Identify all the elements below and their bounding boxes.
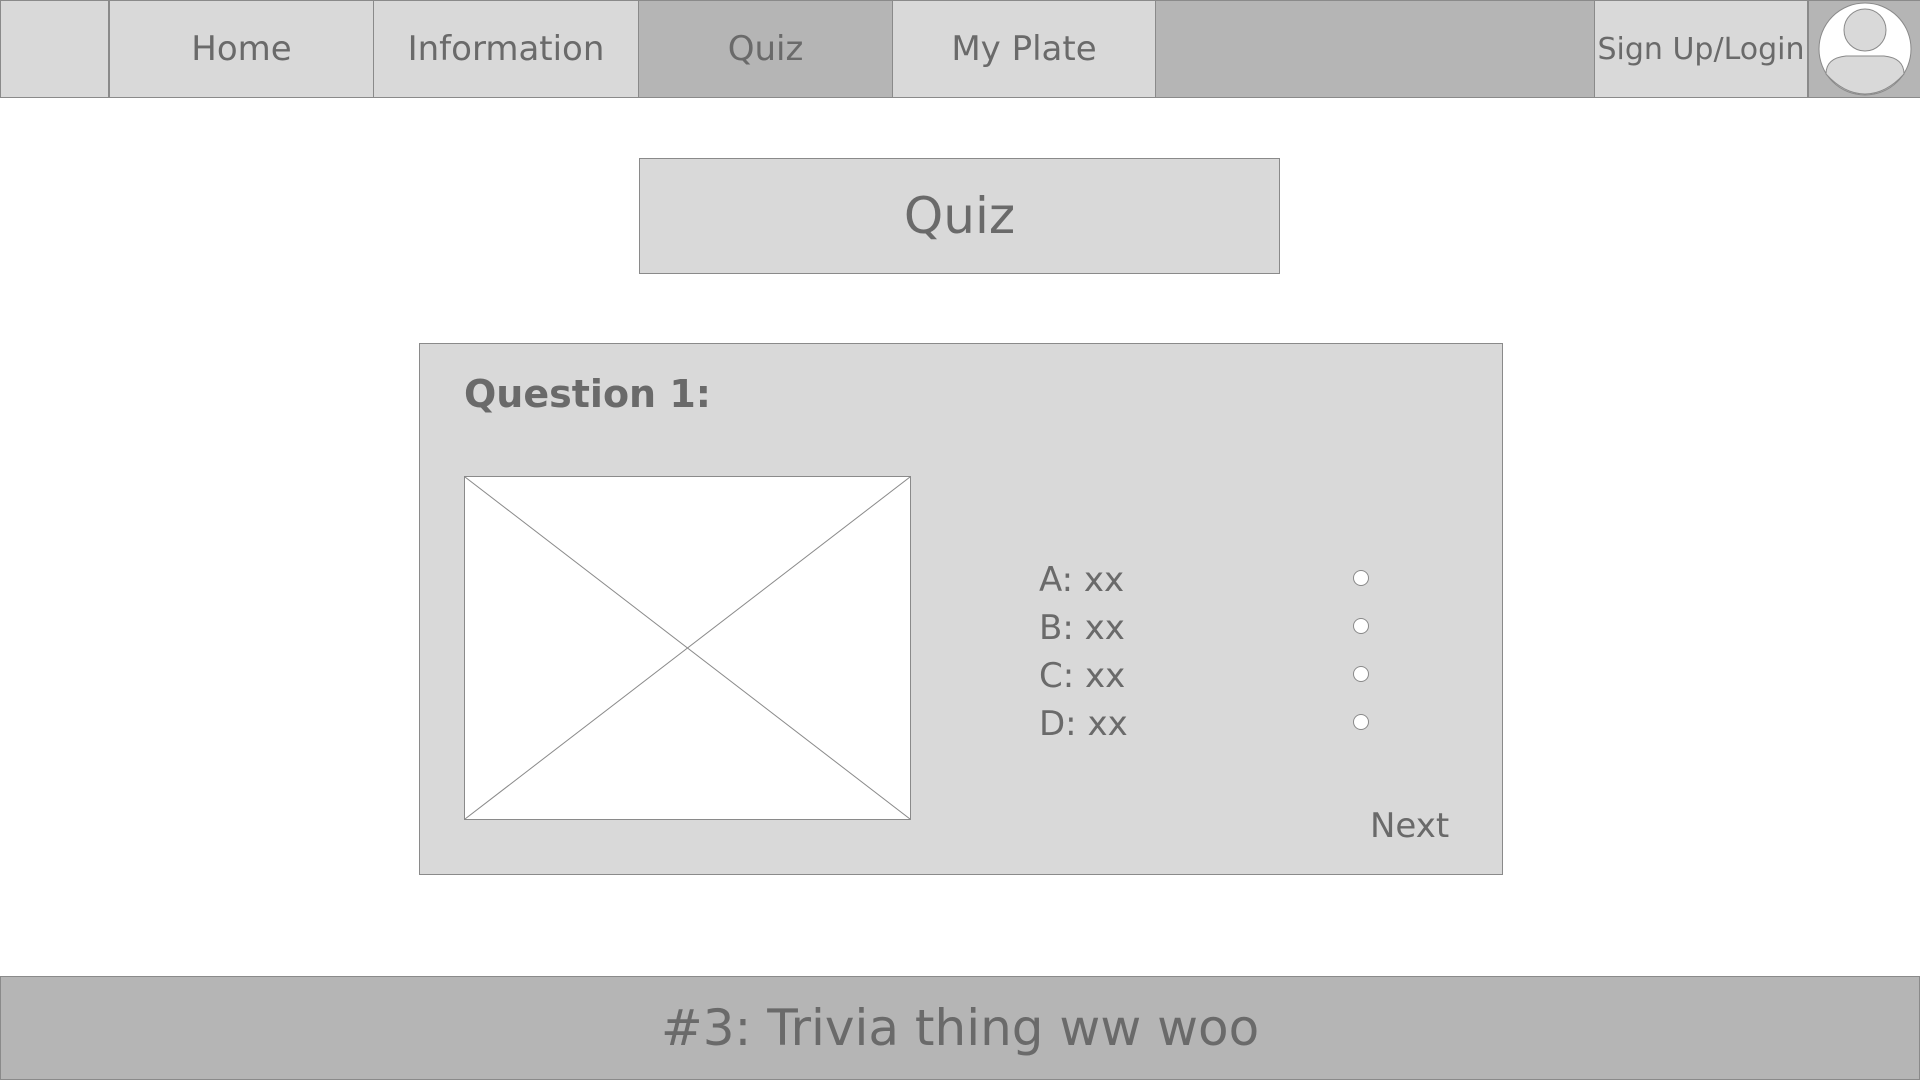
answer-radio-b[interactable] [1353,618,1369,634]
answer-radio-d[interactable] [1353,714,1369,730]
answer-label: A: xx [1039,560,1125,600]
answer-label: D: xx [1039,704,1128,744]
nav-item-home[interactable]: Home [109,1,374,97]
question-label: Question 1: [464,372,711,416]
avatar[interactable] [1808,1,1920,97]
next-button[interactable]: Next [1370,806,1449,846]
quiz-card: Question 1: A: xx B: xx C: xx D: xx Next [419,343,1503,875]
answer-label: B: xx [1039,608,1125,648]
answer-list: A: xx B: xx C: xx D: xx [1039,556,1419,748]
image-placeholder-icon [465,477,910,819]
nav-item-information[interactable]: Information [374,1,639,97]
nav-item-blank[interactable] [1,1,109,97]
answer-option-b[interactable]: B: xx [1039,604,1419,652]
answer-option-a[interactable]: A: xx [1039,556,1419,604]
page-title: Quiz [639,158,1280,274]
answer-option-d[interactable]: D: xx [1039,700,1419,748]
footer-banner: #3: Trivia thing ww woo [0,976,1920,1080]
question-image [464,476,911,820]
sign-up-login-button[interactable]: Sign Up/Login [1594,1,1808,97]
user-avatar-icon [1818,2,1911,96]
answer-option-c[interactable]: C: xx [1039,652,1419,700]
nav-item-quiz[interactable]: Quiz [639,1,893,97]
answer-radio-a[interactable] [1353,570,1369,586]
answer-radio-c[interactable] [1353,666,1369,682]
nav-item-my-plate[interactable]: My Plate [893,1,1156,97]
answer-label: C: xx [1039,656,1126,696]
top-nav-bar: Home Information Quiz My Plate Sign Up/L… [0,0,1920,98]
